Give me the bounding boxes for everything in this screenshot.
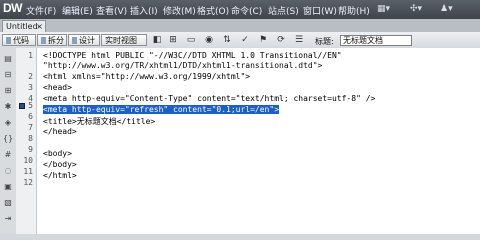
- user-icon[interactable]: ♟▾: [440, 4, 453, 14]
- line-number-gutter: 1 2 3 4 5 6 7 8 9 10 11 12: [16, 48, 37, 234]
- layout-icon[interactable]: ▦▾: [377, 4, 390, 14]
- select-parent-tag-icon[interactable]: ◈: [3, 118, 13, 128]
- line-number: 1: [28, 51, 33, 60]
- code-line[interactable]: <!DOCTYPE html PUBLIC "-//W3C//DTD XHTML…: [43, 51, 342, 60]
- code-line[interactable]: <html xmlns="http://www.w3.org/1999/xhtm…: [43, 72, 250, 81]
- inspect-icon[interactable]: ⊞: [168, 35, 178, 45]
- code-line[interactable]: <title>无标题文档</title>: [43, 116, 155, 127]
- expand-all-icon[interactable]: ✱: [3, 102, 13, 112]
- line-number: 8: [28, 134, 33, 143]
- menu-bar: DW 文件(F) 编辑(E) 查看(V) 插入(I) 修改(M) 格式(O) 命…: [0, 0, 480, 19]
- browser-preview-icon[interactable]: ◉: [204, 35, 214, 45]
- collapse-tag-icon[interactable]: ⊟: [3, 70, 13, 80]
- line-number: 7: [28, 123, 33, 132]
- menu-help[interactable]: 帮助(H): [338, 4, 370, 17]
- menu-view[interactable]: 查看(V): [96, 4, 127, 17]
- multiscreen-icon[interactable]: ▭: [186, 35, 196, 45]
- menu-insert[interactable]: 插入(I): [130, 4, 158, 17]
- check-compatibility-icon[interactable]: ⚑: [258, 35, 268, 45]
- menu-modify[interactable]: 修改(M): [163, 4, 196, 17]
- file-management-icon[interactable]: ⇅: [222, 35, 232, 45]
- live-view-button[interactable]: 实时视图: [101, 34, 147, 46]
- coding-toolbar: ▤ ⊟ ⊞ ✱ ◈ {} # ◌ ▣ ▧ ⇥: [0, 48, 17, 234]
- open-documents-icon[interactable]: ▤: [3, 54, 13, 64]
- line-number: 9: [28, 145, 33, 154]
- bookmark-marker: [19, 103, 25, 109]
- menu-site[interactable]: 站点(S): [268, 4, 299, 17]
- document-toolbar: 代码 拆分 设计 实时视图 ◧ ⊞ ▭ ◉ ⇅ ✓ ⚑ ⟳ ☰ 标题:: [0, 32, 480, 49]
- code-line[interactable]: "http://www.w3.org/TR/xhtml1/DTD/xhtml1-…: [43, 61, 322, 70]
- refresh-icon[interactable]: ⟳: [276, 35, 286, 45]
- balance-braces-icon[interactable]: {}: [3, 134, 13, 144]
- title-label: 标题:: [315, 37, 334, 46]
- code-line[interactable]: </body>: [43, 160, 77, 169]
- code-editor[interactable]: <!DOCTYPE html PUBLIC "-//W3C//DTD XHTML…: [37, 48, 480, 234]
- code-line[interactable]: <body>: [43, 149, 72, 158]
- visual-aids-icon[interactable]: ☰: [294, 35, 304, 45]
- menu-commands[interactable]: 命令(C): [231, 4, 262, 17]
- code-view-icon: [6, 37, 11, 44]
- line-number: 3: [28, 83, 33, 92]
- line-number: 11: [23, 167, 33, 176]
- indent-icon[interactable]: ⇥: [3, 214, 13, 224]
- code-line[interactable]: <meta http-equiv="Content-Type" content=…: [43, 94, 375, 103]
- menu-window[interactable]: 窗口(W): [303, 4, 337, 17]
- title-input[interactable]: [340, 35, 412, 46]
- line-number: 10: [23, 156, 33, 165]
- design-view-button[interactable]: 设计: [68, 34, 100, 46]
- highlight-invalid-icon[interactable]: ◌: [3, 166, 13, 176]
- line-numbers-icon[interactable]: #: [3, 150, 13, 160]
- app-logo: DW: [3, 1, 23, 15]
- validate-icon[interactable]: ✓: [240, 35, 250, 45]
- line-number: 6: [28, 112, 33, 121]
- document-tab-bar: Untitled-1* ×: [0, 19, 480, 43]
- line-number: 12: [23, 178, 33, 187]
- line-number: 2: [28, 72, 33, 81]
- split-view-button[interactable]: 拆分: [37, 34, 67, 46]
- design-view-icon: [72, 37, 77, 44]
- live-code-icon[interactable]: ◧: [152, 35, 162, 45]
- remove-comment-icon[interactable]: ▧: [3, 198, 13, 208]
- line-number: 5: [28, 101, 33, 110]
- menu-edit[interactable]: 编辑(E): [62, 4, 93, 17]
- collapse-selection-icon[interactable]: ⊞: [3, 86, 13, 96]
- selected-code-line[interactable]: <meta http-equiv="refresh" content="0.1;…: [43, 105, 280, 114]
- menu-format[interactable]: 格式(O): [197, 4, 229, 17]
- code-line[interactable]: </head>: [43, 127, 77, 136]
- code-view-button[interactable]: 代码: [2, 34, 36, 46]
- split-view-icon: [41, 37, 46, 44]
- document-tab[interactable]: Untitled-1* ×: [2, 20, 46, 43]
- extend-icon[interactable]: ✣▾: [410, 4, 422, 14]
- code-line[interactable]: </html>: [43, 171, 77, 180]
- menu-file[interactable]: 文件(F): [26, 4, 56, 17]
- apply-comment-icon[interactable]: ▣: [3, 182, 13, 192]
- code-line[interactable]: <head>: [43, 83, 72, 92]
